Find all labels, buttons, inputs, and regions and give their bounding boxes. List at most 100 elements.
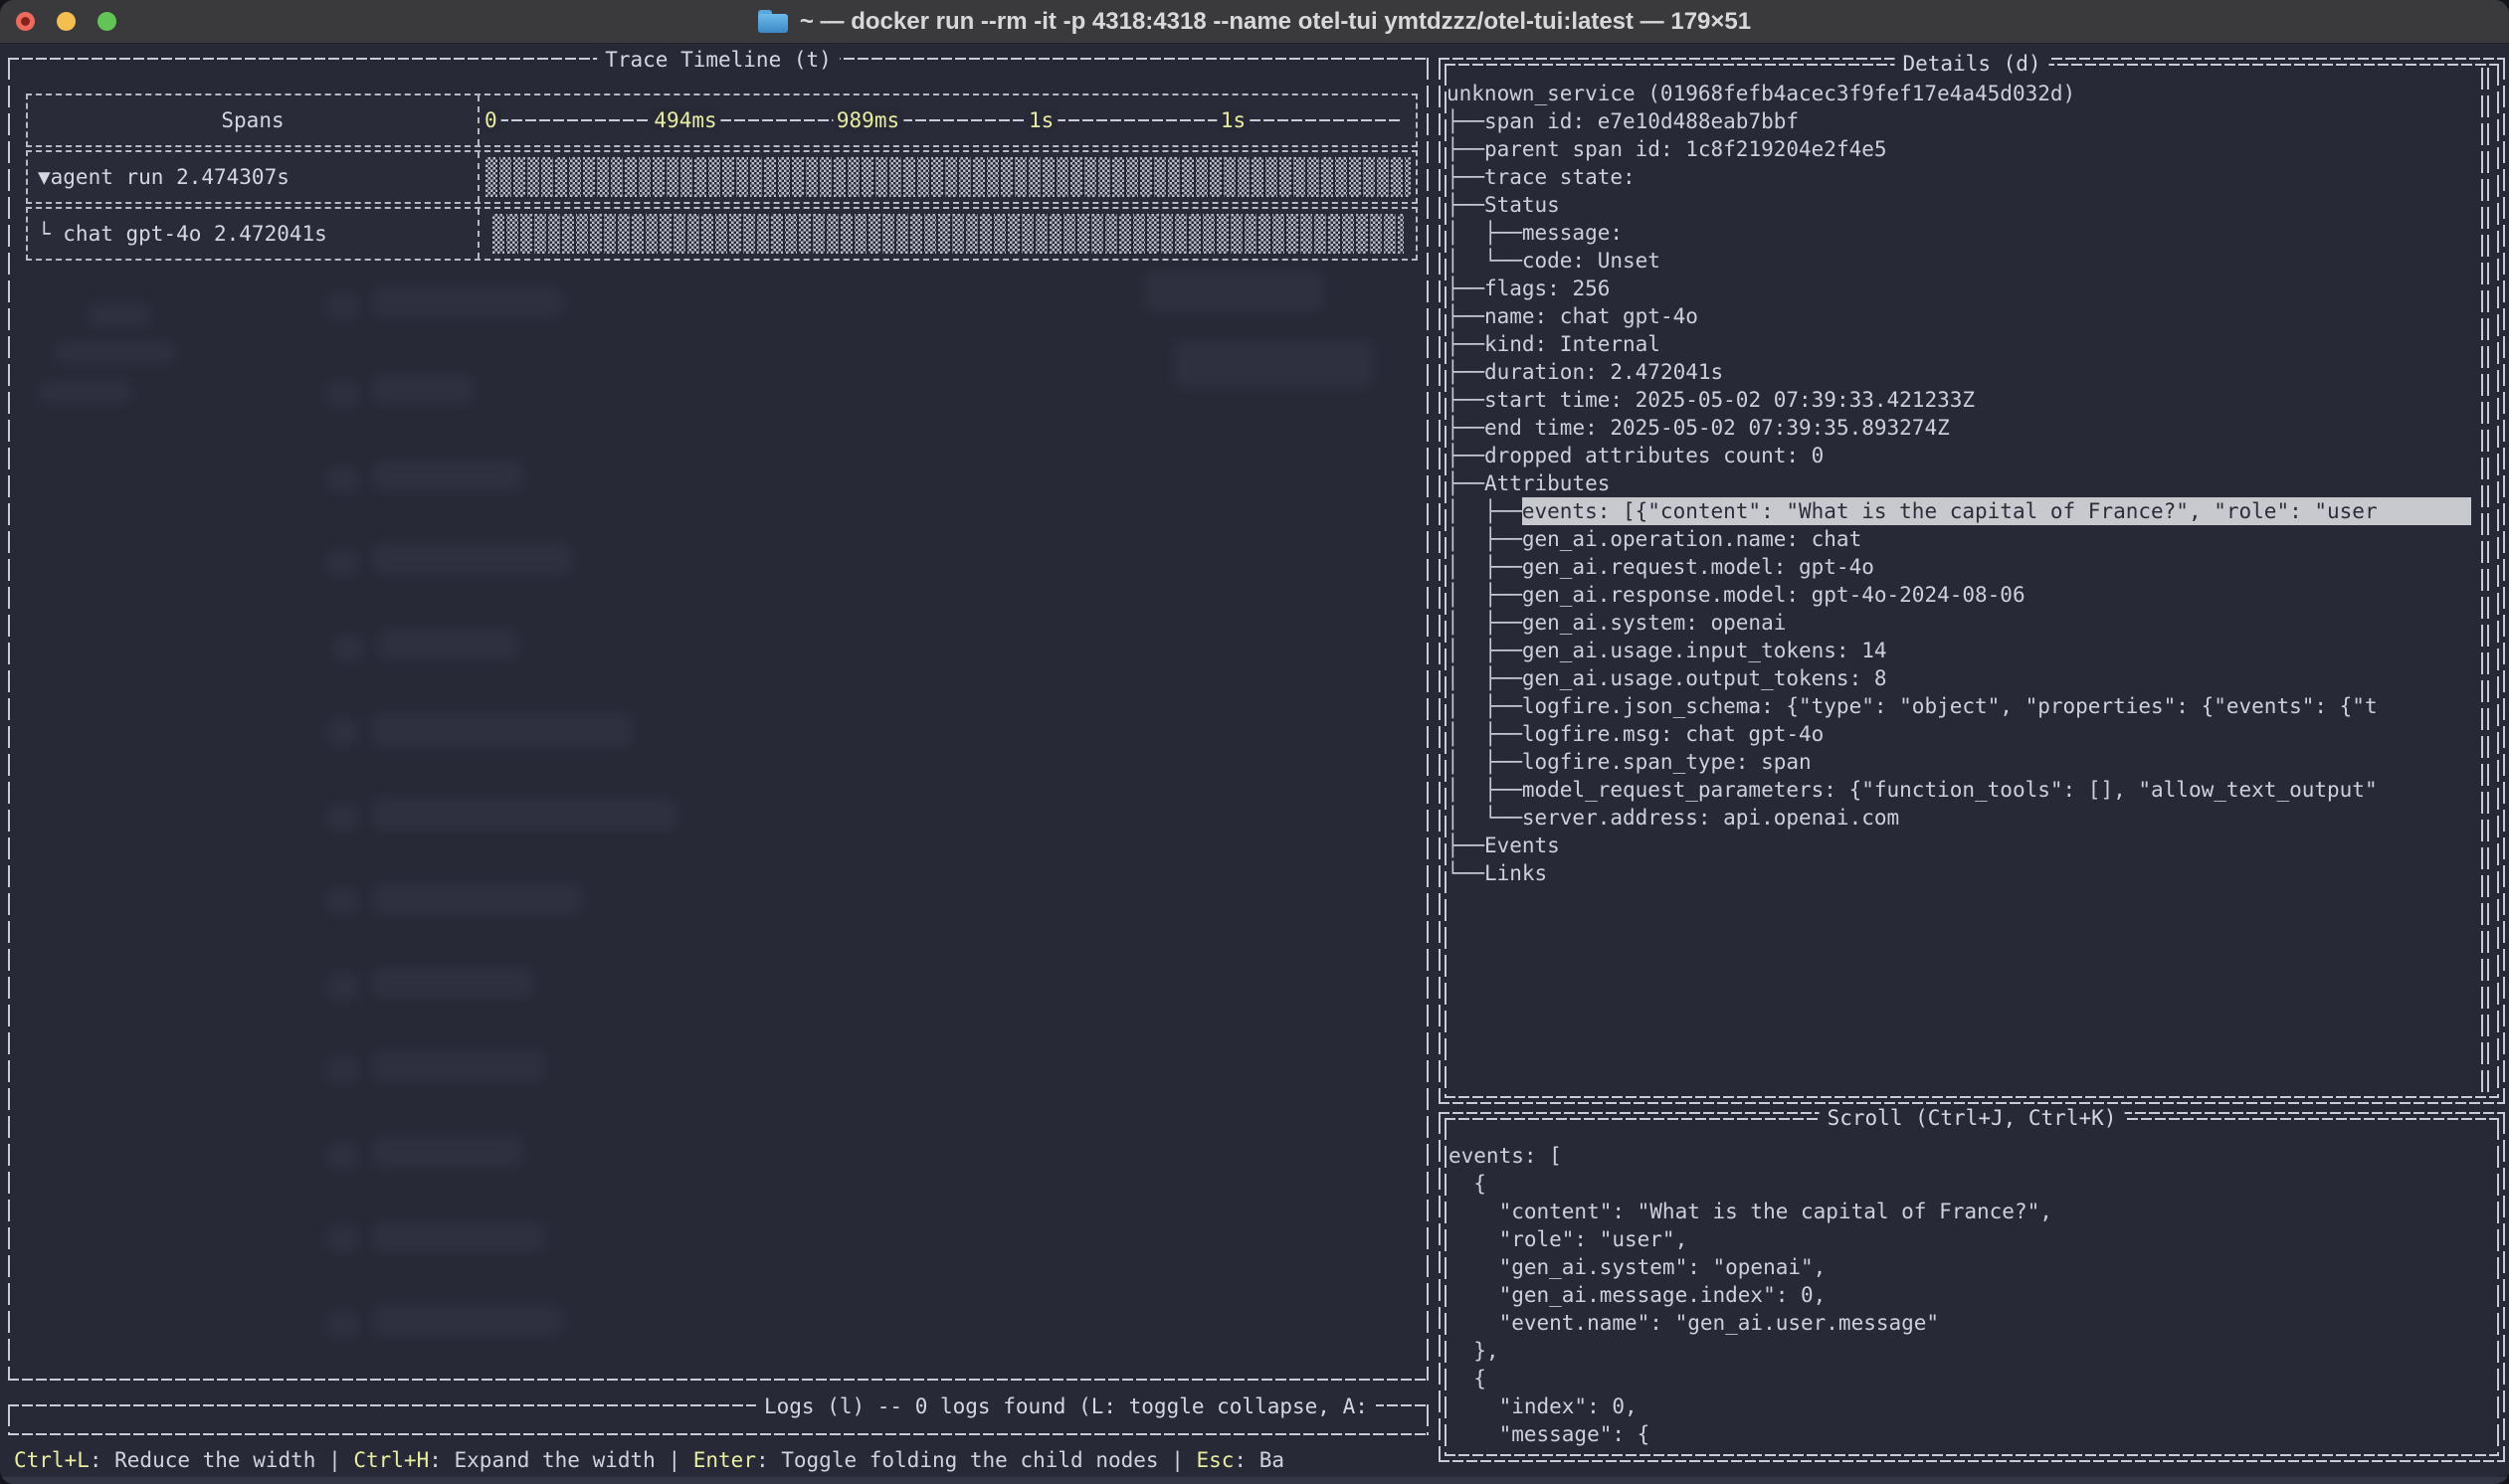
span-duration-bar xyxy=(492,214,1404,254)
statusbar-key: Esc xyxy=(1196,1446,1234,1474)
json-line: "event.name": "gen_ai.user.message" xyxy=(1448,1309,2481,1337)
panel-border xyxy=(8,1379,1429,1381)
tree-node-text: gen_ai.system: openai xyxy=(1522,609,1787,637)
tree-line[interactable]: ├──kind: Internal xyxy=(1447,330,2471,358)
tree-line[interactable]: │ ├──gen_ai.usage.input_tokens: 14 xyxy=(1447,637,2471,664)
tree-line[interactable]: ├──end time: 2025-05-02 07:39:35.893274Z xyxy=(1447,414,2471,442)
terminal-content: Trace Timeline (t) Spans0494ms989ms1s1s▼… xyxy=(0,43,2509,1484)
tree-line[interactable]: ├──span id: e7e10d488eab7bbf xyxy=(1447,107,2471,135)
timeline-axis-line xyxy=(483,119,1400,121)
tree-line[interactable]: │ └──code: Unset xyxy=(1447,247,2471,275)
tree-line[interactable]: │ ├──logfire.msg: chat gpt-4o xyxy=(1447,720,2471,748)
tree-guides: │ ├── xyxy=(1447,553,1522,581)
tree-node-text: name: chat gpt-4o xyxy=(1484,302,1698,330)
details-tree[interactable]: unknown_service (01968fefb4acec3f9fef17e… xyxy=(1439,58,2505,887)
tree-line[interactable]: ├──Status xyxy=(1447,191,2471,219)
tree-node-text: gen_ai.usage.input_tokens: 14 xyxy=(1522,637,1887,664)
timeline-axis: 0494ms989ms1s1s xyxy=(480,95,1416,145)
statusbar-hint: : Reduce the width xyxy=(90,1446,316,1474)
statusbar-hint: : Expand the width xyxy=(429,1446,656,1474)
tree-guides: │ └── xyxy=(1447,804,1522,832)
tree-line[interactable]: ├──start time: 2025-05-02 07:39:33.42123… xyxy=(1447,386,2471,414)
tree-node-text: kind: Internal xyxy=(1484,330,1660,358)
tree-node-text: gen_ai.operation.name: chat xyxy=(1522,525,1861,553)
window-bottom-edge xyxy=(0,1477,2509,1484)
attribute-scroll-panel: Scroll (Ctrl+J, Ctrl+K) events: [ { "con… xyxy=(1439,1112,2505,1462)
tree-node-text: duration: 2.472041s xyxy=(1484,358,1723,386)
json-line: "gen_ai.system": "openai", xyxy=(1448,1253,2481,1281)
tree-line[interactable]: ├──parent span id: 1c8f219204e2f4e5 xyxy=(1447,135,2471,163)
tree-node-text: unknown_service (01968fefb4acec3f9fef17e… xyxy=(1447,80,2075,107)
spans-table[interactable]: Spans0494ms989ms1s1s▼agent run 2.474307s… xyxy=(26,93,1418,264)
titlebar: ~ — docker run --rm -it -p 4318:4318 --n… xyxy=(0,0,2509,44)
tree-node-text: message: xyxy=(1522,219,1623,247)
details-panel: Details (d) unknown_service (01968fefb4a… xyxy=(1439,58,2505,1104)
tree-line[interactable]: │ └──server.address: api.openai.com xyxy=(1447,804,2471,832)
tree-line[interactable]: │ ├──logfire.json_schema: {"type": "obje… xyxy=(1447,692,2471,720)
tree-node-text: Status xyxy=(1484,191,1560,219)
tree-line[interactable]: │ ├──message: xyxy=(1447,219,2471,247)
tree-node-text: start time: 2025-05-02 07:39:33.421233Z xyxy=(1484,386,1975,414)
span-duration-cell xyxy=(480,152,1416,202)
maximize-button[interactable] xyxy=(97,12,116,31)
tree-line[interactable]: │ ├──gen_ai.operation.name: chat xyxy=(1447,525,2471,553)
tree-line[interactable]: │ ├──events: [{"content": "What is the c… xyxy=(1447,497,2471,525)
tree-line[interactable]: ├──flags: 256 xyxy=(1447,275,2471,302)
statusbar-separator: | xyxy=(315,1446,353,1474)
tree-line[interactable]: ├──Events xyxy=(1447,832,2471,859)
tree-guides: │ ├── xyxy=(1447,748,1522,776)
tree-node-text: code: Unset xyxy=(1522,247,1660,275)
tree-line[interactable]: │ ├──gen_ai.usage.output_tokens: 8 xyxy=(1447,664,2471,692)
span-row[interactable]: ▼agent run 2.474307s xyxy=(26,150,1418,204)
panel-border xyxy=(1427,58,1429,1381)
tree-guides: ├── xyxy=(1447,302,1484,330)
tree-line[interactable]: ├──name: chat gpt-4o xyxy=(1447,302,2471,330)
tree-node-text: server.address: api.openai.com xyxy=(1522,804,1899,832)
tree-node-text: logfire.msg: chat gpt-4o xyxy=(1522,720,1824,748)
scroll-panel-title: Scroll (Ctrl+J, Ctrl+K) xyxy=(1820,1105,2125,1131)
tree-guides: ├── xyxy=(1447,163,1484,191)
tree-line[interactable]: ├──Attributes xyxy=(1447,469,2471,497)
tree-line[interactable]: ├──duration: 2.472041s xyxy=(1447,358,2471,386)
tree-guides: │ ├── xyxy=(1447,664,1522,692)
axis-tick-label: 1s xyxy=(1217,108,1250,132)
axis-tick-label: 989ms xyxy=(833,108,903,132)
tree-guides: ├── xyxy=(1447,386,1484,414)
tree-line[interactable]: └──Links xyxy=(1447,859,2471,887)
logs-panel[interactable]: Logs (l) -- 0 logs found (L: toggle coll… xyxy=(8,1404,1429,1435)
logs-panel-title: Logs (l) -- 0 logs found (L: toggle coll… xyxy=(756,1393,1376,1419)
tree-line[interactable]: unknown_service (01968fefb4acec3f9fef17e… xyxy=(1447,80,2471,107)
tree-line[interactable]: │ ├──model_request_parameters: {"functio… xyxy=(1447,776,2471,804)
tree-line[interactable]: ├──trace state: xyxy=(1447,163,2471,191)
span-label: ▼agent run 2.474307s xyxy=(28,152,480,202)
tree-guides: │ ├── xyxy=(1447,776,1522,804)
tree-line[interactable]: │ ├──gen_ai.response.model: gpt-4o-2024-… xyxy=(1447,581,2471,609)
span-row[interactable]: └ chat gpt-4o 2.472041s xyxy=(26,207,1418,261)
close-button[interactable] xyxy=(16,12,35,31)
tree-node-selected: events: [{"content": "What is the capita… xyxy=(1522,497,2471,525)
tree-node-text: Attributes xyxy=(1484,469,1610,497)
tree-guides: ├── xyxy=(1447,275,1484,302)
panel-border xyxy=(1445,1454,2499,1456)
details-scrollbar[interactable] xyxy=(2487,68,2489,1094)
terminal-window: ~ — docker run --rm -it -p 4318:4318 --n… xyxy=(0,0,2509,1484)
tree-line[interactable]: │ ├──gen_ai.system: openai xyxy=(1447,609,2471,637)
tree-guides: │ ├── xyxy=(1447,637,1522,664)
window-title-group: ~ — docker run --rm -it -p 4318:4318 --n… xyxy=(758,8,1751,36)
tree-guides: ├── xyxy=(1447,832,1484,859)
minimize-button[interactable] xyxy=(57,12,76,31)
attribute-json-view[interactable]: events: [ { "content": "What is the capi… xyxy=(1439,1112,2505,1448)
tree-line[interactable]: │ ├──gen_ai.request.model: gpt-4o xyxy=(1447,553,2471,581)
tree-line[interactable]: │ ├──logfire.span_type: span xyxy=(1447,748,2471,776)
span-duration-cell xyxy=(480,209,1416,259)
json-line: { xyxy=(1448,1170,2481,1198)
details-panel-title: Details (d) xyxy=(1894,51,2048,77)
tree-guides: ├── xyxy=(1447,135,1484,163)
tree-node-text: logfire.json_schema: {"type": "object", … xyxy=(1522,692,2378,720)
statusbar-key: Enter xyxy=(693,1446,756,1474)
tree-node-text: Events xyxy=(1484,832,1560,859)
json-line: { xyxy=(1448,1365,2481,1392)
tree-line[interactable]: ├──dropped attributes count: 0 xyxy=(1447,442,2471,469)
json-line: }, xyxy=(1448,1337,2481,1365)
tree-guides: │ └── xyxy=(1447,247,1522,275)
